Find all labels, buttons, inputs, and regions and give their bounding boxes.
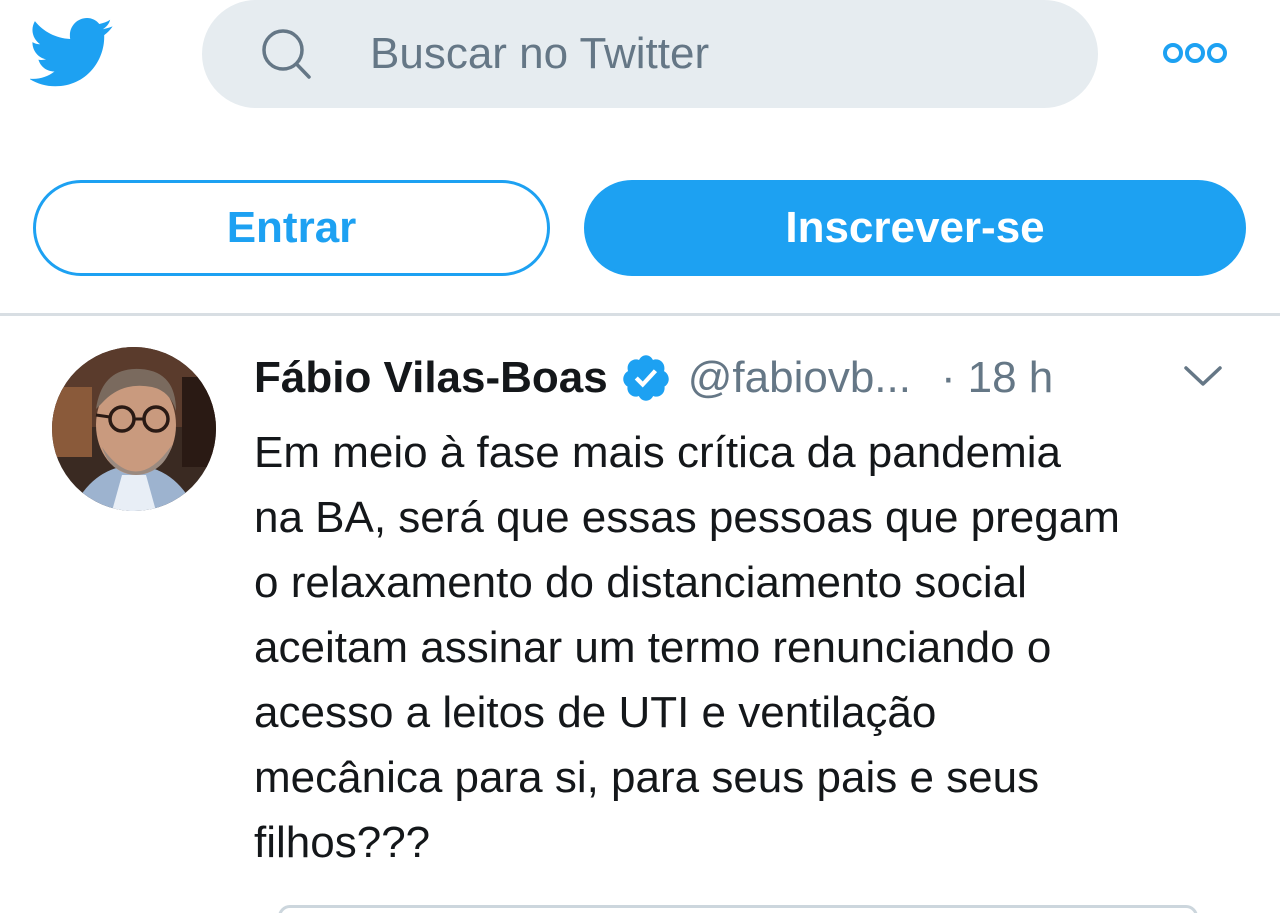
tweet-text-line: na BA, será que essas pessoas que pregam [254, 493, 1120, 542]
more-options-icon[interactable] [1162, 40, 1228, 66]
login-button[interactable]: Entrar [33, 180, 550, 276]
tweet-text-line: acesso a leitos de UTI e ventilação [254, 688, 937, 737]
avatar[interactable] [52, 347, 216, 511]
divider [0, 313, 1280, 316]
chevron-down-icon[interactable] [1180, 360, 1226, 390]
twitter-bird-icon[interactable] [30, 18, 114, 88]
tweet-text-line: aceitam assinar um termo renunciando o [254, 623, 1052, 672]
search-input[interactable] [370, 22, 1070, 86]
search-icon[interactable] [258, 26, 314, 82]
embedded-card-edge[interactable] [278, 905, 1198, 913]
author-name[interactable]: Fábio Vilas-Boas [254, 353, 608, 403]
tweet-text: Em meio à fase mais crítica da pandemia … [254, 420, 1244, 875]
signup-button[interactable]: Inscrever-se [584, 180, 1246, 276]
tweet-text-line: Em meio à fase mais crítica da pandemia [254, 428, 1062, 477]
twitter-page: Entrar Inscrever-se Fábio Vilas-Boas @fa… [0, 0, 1280, 913]
avatar-photo [52, 347, 216, 511]
tweet-timestamp[interactable]: 18 h [968, 353, 1054, 403]
verified-badge-icon [623, 355, 669, 401]
tweet-text-line: mecânica para si, para seus pais e seus [254, 753, 1040, 802]
top-bar [0, 0, 1280, 120]
tweet-text-line: o relaxamento do distanciamento social [254, 558, 1027, 607]
tweet-header: Fábio Vilas-Boas @fabiovb... · 18 h [254, 348, 1053, 408]
author-handle[interactable]: @fabiovb... [688, 353, 911, 403]
separator-dot: · [940, 353, 956, 402]
tweet-text-line: filhos??? [254, 818, 431, 867]
